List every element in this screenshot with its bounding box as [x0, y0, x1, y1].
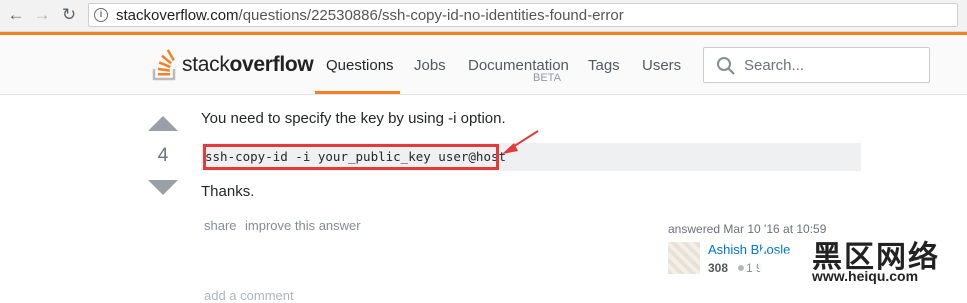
stack-logo-icon [152, 49, 176, 81]
browser-toolbar: ← → ↻ i stackoverflow.com/questions/2253… [0, 0, 967, 32]
nav-questions[interactable]: Questions [326, 57, 394, 74]
documentation-beta-label: BETA [533, 72, 561, 84]
arrow-left-icon[interactable]: ← [5, 4, 27, 26]
add-comment-link[interactable]: add a comment [204, 288, 294, 303]
improve-answer-link[interactable]: improve this answer [245, 218, 361, 233]
url-text[interactable]: stackoverflow.com/questions/22530886/ssh… [116, 7, 624, 24]
site-header: stackoverflow Questions Jobs Documentati… [0, 35, 967, 95]
search-placeholder: Search... [744, 57, 805, 74]
user-reputation: 308 [708, 261, 729, 275]
watermark-url: www.heiqu.com [812, 268, 919, 284]
reload-icon[interactable]: ↻ [58, 4, 80, 26]
answer-text-line2: Thanks. [201, 183, 255, 200]
highlight-box [203, 144, 499, 170]
downvote-arrow-icon[interactable] [148, 180, 178, 195]
url-host: stackoverflow.com [116, 7, 239, 24]
info-icon[interactable]: i [94, 8, 108, 22]
avatar[interactable] [668, 242, 700, 274]
nav-jobs[interactable]: Jobs [414, 57, 446, 74]
url-path: /questions/22530886/ssh-copy-id-no-ident… [238, 7, 624, 24]
upvote-arrow-icon[interactable] [148, 116, 178, 131]
badge-icon [738, 265, 744, 271]
logo-wordmark: stackoverflow [182, 53, 314, 77]
active-nav-underline [315, 91, 400, 94]
search-input[interactable]: Search... [703, 47, 930, 83]
vote-count: 4 [157, 145, 169, 166]
share-link[interactable]: share [204, 218, 237, 233]
logo-light: stack [182, 53, 230, 76]
stackoverflow-logo[interactable]: stackoverflow [152, 48, 314, 82]
search-icon [717, 57, 735, 75]
arrow-right-icon[interactable]: → [31, 4, 53, 26]
logo-bold: overflow [229, 53, 314, 76]
address-bar[interactable]: i stackoverflow.com/questions/22530886/s… [88, 3, 958, 27]
answer-text-line1: You need to specify the key by using -i … [201, 110, 506, 127]
red-arrow-icon [502, 130, 539, 154]
nav-tags[interactable]: Tags [588, 57, 620, 74]
nav-users[interactable]: Users [642, 57, 681, 74]
